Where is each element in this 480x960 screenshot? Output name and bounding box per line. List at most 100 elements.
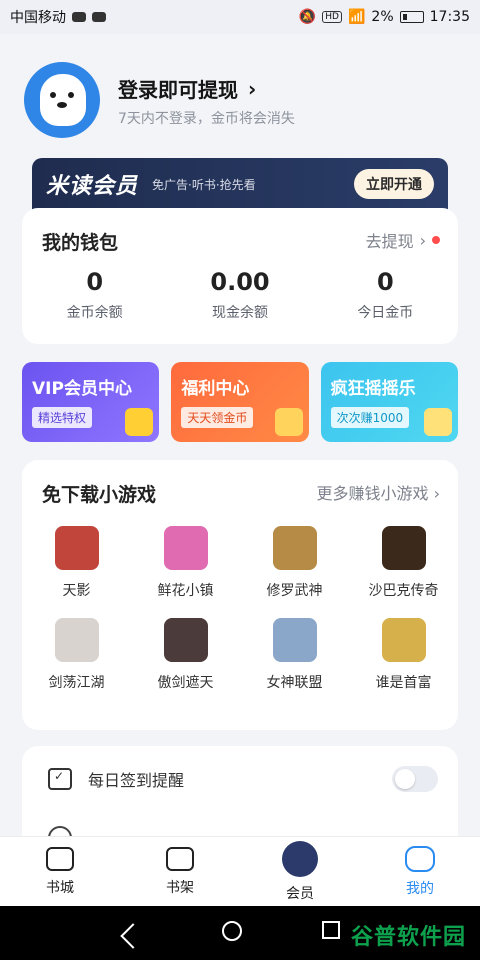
carrier-label: 中国移动 xyxy=(10,10,66,26)
stat-coin-balance[interactable]: 0 金币余额 xyxy=(22,268,167,322)
tab-bookstore[interactable]: 书城 xyxy=(0,837,120,906)
daily-signin-toggle[interactable] xyxy=(392,766,438,792)
wallet-title: 我的钱包 xyxy=(42,232,119,254)
daily-signin-row: 每日签到提醒 xyxy=(48,766,438,792)
system-nav-bar: 谷普软件园 xyxy=(0,906,480,960)
book-icon xyxy=(166,846,194,871)
feature-tag: 精选特权 xyxy=(32,407,93,428)
wallet-stats: 0 金币余额 0.00 现金余额 0 今日金币 xyxy=(22,268,458,322)
game-item[interactable]: 天影 xyxy=(22,526,131,600)
game-name: 沙巴克传奇 xyxy=(368,583,439,599)
stat-label: 今日金币 xyxy=(357,305,414,321)
chevron-right-icon: › xyxy=(419,230,426,250)
feature-tag: 天天领金币 xyxy=(181,407,254,428)
gift-icon xyxy=(92,12,106,22)
game-icon xyxy=(54,526,99,570)
hd-icon: HD xyxy=(322,11,342,23)
game-name: 谁是首富 xyxy=(375,675,432,691)
game-item[interactable]: 鲜花小镇 xyxy=(131,526,240,600)
tab-label: 我的 xyxy=(406,880,434,897)
more-games-label: 更多赚钱小游戏 xyxy=(316,484,429,503)
games-grid: 天影 鲜花小镇 修罗武神 沙巴克传奇 剑荡江湖 傲剑遮天 女神联盟 谁是首富 xyxy=(22,526,458,692)
games-title: 免下载小游戏 xyxy=(42,484,157,506)
status-bar: 中国移动 🔕 HD 📶 2% 17:35 xyxy=(0,0,480,34)
game-icon xyxy=(381,618,426,662)
game-icon xyxy=(272,526,317,570)
game-name: 女神联盟 xyxy=(266,675,323,691)
game-item[interactable]: 傲剑遮天 xyxy=(131,618,240,692)
stat-label: 现金余额 xyxy=(211,305,268,321)
wechat-icon xyxy=(72,12,86,22)
game-name: 鲜花小镇 xyxy=(157,583,214,599)
calendar-check-icon xyxy=(48,768,72,790)
clock: 17:35 xyxy=(429,9,470,25)
stat-value: 0 xyxy=(86,268,104,296)
wifi-icon: 📶 xyxy=(347,9,366,25)
coin-wallet-icon xyxy=(274,408,303,436)
tab-vip[interactable]: 会员 xyxy=(240,837,360,906)
notification-dot xyxy=(432,236,440,244)
mini-games-card: 免下载小游戏 更多赚钱小游戏 › 天影 鲜花小镇 修罗武神 沙巴克传奇 剑荡江湖… xyxy=(22,460,458,730)
battery-icon xyxy=(399,11,424,23)
chevron-right-icon: › xyxy=(433,484,440,503)
feature-name: 福利中心 xyxy=(181,379,250,399)
status-left: 中国移动 xyxy=(10,7,106,27)
back-icon[interactable] xyxy=(120,923,146,949)
watermark: 谷普软件园 xyxy=(350,925,466,950)
feature-cards: VIP会员中心 精选特权 福利中心 天天领金币 疯狂摇摇乐 次次赚1000 xyxy=(22,362,458,442)
recent-apps-icon[interactable] xyxy=(322,921,340,939)
stat-value: 0.00 xyxy=(210,268,270,296)
stat-label: 金币余额 xyxy=(66,305,123,321)
bottom-tab-bar: 书城 书架 会员 我的 xyxy=(0,836,480,906)
tab-label: 会员 xyxy=(286,885,314,902)
avatar[interactable] xyxy=(24,62,100,138)
game-name: 剑荡江湖 xyxy=(48,675,105,691)
tab-label: 书城 xyxy=(46,879,74,896)
vip-center-card[interactable]: VIP会员中心 精选特权 xyxy=(22,362,160,442)
home-icon xyxy=(46,846,74,871)
crown-icon xyxy=(125,408,154,436)
game-item[interactable]: 女神联盟 xyxy=(240,618,349,692)
game-icon xyxy=(381,526,426,570)
settings-card: 每日签到提醒 xyxy=(22,746,458,850)
game-name: 傲剑遮天 xyxy=(157,675,214,691)
game-item[interactable]: 谁是首富 xyxy=(349,618,458,692)
status-right: 🔕 HD 📶 2% 17:35 xyxy=(299,9,470,25)
vip-brand: 米读会员 xyxy=(46,174,139,199)
feature-name: 疯狂摇摇乐 xyxy=(330,379,416,399)
stat-cash-balance[interactable]: 0.00 现金余额 xyxy=(167,268,312,322)
bear-icon xyxy=(40,74,86,126)
bear-face-icon xyxy=(405,845,435,872)
chevron-right-icon: › xyxy=(248,76,257,101)
home-circle-icon[interactable] xyxy=(222,921,242,941)
open-vip-button[interactable]: 立即开通 xyxy=(354,169,434,199)
shake-game-card[interactable]: 疯狂摇摇乐 次次赚1000 xyxy=(320,362,458,442)
system-nav-buttons xyxy=(120,921,340,949)
welfare-center-card[interactable]: 福利中心 天天领金币 xyxy=(171,362,309,442)
game-icon xyxy=(163,526,208,570)
tab-me[interactable]: 我的 xyxy=(360,837,480,906)
login-title: 登录即可提现 xyxy=(118,78,238,102)
mute-icon: 🔕 xyxy=(298,9,317,25)
stat-today-coins[interactable]: 0 今日金币 xyxy=(313,268,458,322)
game-item[interactable]: 修罗武神 xyxy=(240,526,349,600)
game-icon xyxy=(272,618,317,662)
game-icon xyxy=(163,618,208,662)
tab-bookshelf[interactable]: 书架 xyxy=(120,837,240,906)
game-name: 天影 xyxy=(62,583,91,599)
withdraw-link[interactable]: 去提现 › xyxy=(366,228,440,252)
more-games-link[interactable]: 更多赚钱小游戏 › xyxy=(316,480,440,504)
login-subtitle: 7天内不登录，金币将会消失 xyxy=(118,111,295,127)
shield-icon xyxy=(282,840,318,877)
withdraw-label: 去提现 xyxy=(365,232,414,251)
game-item[interactable]: 剑荡江湖 xyxy=(22,618,131,692)
login-link[interactable]: 登录即可提现 › xyxy=(118,74,256,103)
game-item[interactable]: 沙巴克传奇 xyxy=(349,526,458,600)
game-name: 修罗武神 xyxy=(266,583,323,599)
battery-percent: 2% xyxy=(371,9,394,25)
dice-icon xyxy=(423,408,452,436)
profile-header: 登录即可提现 › 7天内不登录，金币将会消失 xyxy=(0,34,480,164)
stat-value: 0 xyxy=(376,268,394,296)
feature-tag: 次次赚1000 xyxy=(330,407,410,428)
daily-signin-label: 每日签到提醒 xyxy=(88,771,185,790)
